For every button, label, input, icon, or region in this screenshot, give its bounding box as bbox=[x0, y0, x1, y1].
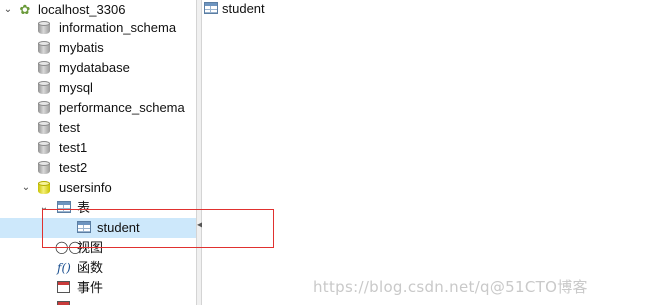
database-icon bbox=[38, 141, 50, 155]
database-label: mydatabase bbox=[59, 60, 130, 75]
watermark: https://blog.csdn.net/q@51CTO博客 bbox=[313, 278, 588, 296]
database-icon bbox=[38, 41, 50, 55]
tree-item-database[interactable]: test bbox=[0, 118, 196, 138]
tree-item-database[interactable]: test2 bbox=[0, 158, 196, 178]
database-label: test bbox=[59, 120, 80, 135]
database-open-icon bbox=[38, 181, 50, 195]
database-icon bbox=[38, 21, 50, 35]
database-label: usersinfo bbox=[59, 180, 112, 195]
tab-label: student bbox=[222, 1, 265, 16]
database-label: information_schema bbox=[59, 20, 177, 35]
database-label: mysql bbox=[59, 80, 93, 95]
highlight-annotation bbox=[42, 209, 274, 248]
navigation-tree: ⌄ ✿ localhost_3306 information_schema my… bbox=[0, 0, 196, 305]
tree-item-functions-group[interactable]: f() 函数 bbox=[0, 258, 196, 278]
database-label: test2 bbox=[59, 160, 88, 175]
tree-item-database[interactable]: mydatabase bbox=[0, 58, 196, 78]
function-icon: f() bbox=[57, 261, 71, 275]
database-label: mybatis bbox=[59, 40, 104, 55]
calendar-event-icon bbox=[57, 281, 70, 293]
table-icon bbox=[204, 2, 218, 14]
tree-item-database[interactable]: performance_schema bbox=[0, 98, 196, 118]
calendar-icon bbox=[57, 301, 70, 305]
events-group-label: 事件 bbox=[77, 280, 104, 295]
tree-item-partial[interactable] bbox=[0, 298, 196, 305]
tree-item-database[interactable]: mysql bbox=[0, 78, 196, 98]
main-pane bbox=[202, 0, 651, 305]
database-icon bbox=[38, 101, 50, 115]
tree-item-connection[interactable]: ⌄ ✿ localhost_3306 bbox=[0, 0, 196, 20]
database-icon bbox=[38, 121, 50, 135]
database-label: test1 bbox=[59, 140, 88, 155]
tree-item-events-group[interactable]: 事件 bbox=[0, 278, 196, 298]
chevron-down-icon[interactable]: ⌄ bbox=[20, 178, 32, 198]
database-icon bbox=[38, 61, 50, 75]
functions-group-label: 函数 bbox=[77, 260, 104, 275]
server-connection-icon: ✿ bbox=[19, 2, 31, 17]
connection-label: localhost_3306 bbox=[38, 2, 126, 17]
tree-item-database[interactable]: test1 bbox=[0, 138, 196, 158]
tree-item-database[interactable]: information_schema bbox=[0, 18, 196, 38]
database-icon bbox=[38, 81, 50, 95]
chevron-down-icon[interactable]: ⌄ bbox=[2, 0, 14, 20]
database-icon bbox=[38, 161, 50, 175]
tree-item-database[interactable]: mybatis bbox=[0, 38, 196, 58]
tree-item-database-open[interactable]: ⌄ usersinfo bbox=[0, 178, 196, 198]
database-label: performance_schema bbox=[59, 100, 185, 115]
